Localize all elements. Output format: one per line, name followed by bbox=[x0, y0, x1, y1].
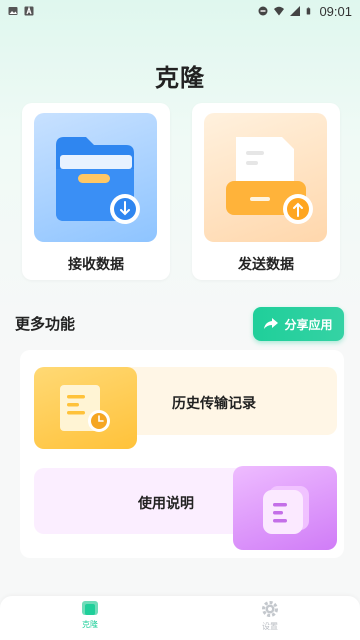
status-time: 09:01 bbox=[319, 3, 352, 19]
a-icon bbox=[24, 6, 34, 16]
manual-icon-tile[interactable] bbox=[233, 466, 337, 550]
share-app-label: 分享应用 bbox=[284, 317, 333, 332]
send-data-label: 发送数据 bbox=[238, 257, 294, 273]
nav-clone-label: 克隆 bbox=[82, 620, 98, 629]
status-bar-left bbox=[8, 6, 34, 16]
nav-settings-label: 设置 bbox=[262, 622, 278, 631]
nav-item-settings[interactable]: 设置 bbox=[240, 600, 300, 632]
settings-icon bbox=[262, 601, 278, 617]
wifi-icon bbox=[274, 6, 285, 16]
receive-illustration bbox=[34, 113, 157, 242]
nav-item-clone[interactable]: 克隆 bbox=[60, 600, 120, 630]
receive-data-card[interactable]: 接收数据 bbox=[22, 103, 170, 280]
manual-document-icon bbox=[263, 486, 309, 534]
battery-icon bbox=[307, 7, 311, 15]
history-transfer-label: 历史传输记录 bbox=[172, 396, 256, 412]
status-bar-right: 09:01 bbox=[258, 4, 352, 19]
send-illustration bbox=[204, 113, 327, 242]
image-icon bbox=[8, 7, 18, 15]
send-data-card[interactable]: 发送数据 bbox=[192, 103, 340, 280]
clone-icon bbox=[82, 601, 98, 615]
folder-download-icon bbox=[56, 137, 140, 224]
history-icon-tile[interactable] bbox=[34, 367, 137, 449]
history-document-icon bbox=[60, 385, 110, 432]
receive-data-label: 接收数据 bbox=[68, 257, 124, 273]
document-upload-icon bbox=[226, 137, 313, 224]
bottom-navigation: 克隆 设置 bbox=[0, 596, 360, 640]
user-manual-label: 使用说明 bbox=[138, 496, 194, 512]
more-functions-title: 更多功能 bbox=[15, 315, 76, 333]
page-title: 克隆 bbox=[155, 64, 205, 92]
status-bar: 09:01 bbox=[0, 0, 360, 22]
share-app-button[interactable]: 分享应用 bbox=[253, 307, 344, 341]
signal-icon bbox=[290, 6, 301, 16]
do-not-disturb-icon bbox=[258, 6, 268, 16]
share-arrow-icon bbox=[264, 318, 279, 329]
